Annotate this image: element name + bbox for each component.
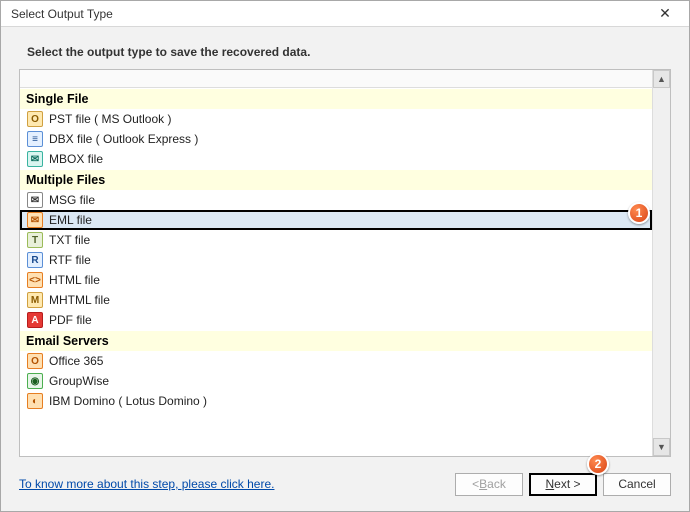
chevron-up-icon: ▲ <box>657 74 666 84</box>
pdf-icon: A <box>27 312 43 328</box>
option-label: PST file ( MS Outlook ) <box>49 112 171 126</box>
scroll-up-button[interactable]: ▲ <box>653 70 670 88</box>
option-label: IBM Domino ( Lotus Domino ) <box>49 394 207 408</box>
option-label: MBOX file <box>49 152 103 166</box>
option-dbx[interactable]: ≡ DBX file ( Outlook Express ) <box>20 129 652 149</box>
mhtml-icon: M <box>27 292 43 308</box>
html-icon: <> <box>27 272 43 288</box>
help-link[interactable]: To know more about this step, please cli… <box>19 477 274 491</box>
rtf-icon: R <box>27 252 43 268</box>
group-email-servers: Email Servers <box>20 330 652 351</box>
ibm-domino-icon: ◐ <box>27 393 43 409</box>
option-groupwise[interactable]: ◉ GroupWise <box>20 371 652 391</box>
titlebar: Select Output Type ✕ <box>1 1 689 27</box>
group-single-file: Single File <box>20 88 652 109</box>
option-msg[interactable]: ✉ MSG file <box>20 190 652 210</box>
option-label: MHTML file <box>49 293 110 307</box>
option-label: HTML file <box>49 273 100 287</box>
list-filter-row[interactable] <box>20 70 652 88</box>
option-txt[interactable]: T TXT file <box>20 230 652 250</box>
mbox-icon: ✉ <box>27 151 43 167</box>
pst-icon: O <box>27 111 43 127</box>
option-office365[interactable]: O Office 365 <box>20 351 652 371</box>
instruction-text: Select the output type to save the recov… <box>1 27 689 69</box>
callout-2: 2 <box>587 453 609 475</box>
output-type-list: Single File O PST file ( MS Outlook ) ≡ … <box>19 69 671 457</box>
option-label: EML file <box>49 213 92 227</box>
option-rtf[interactable]: R RTF file <box>20 250 652 270</box>
dialog-title: Select Output Type <box>11 7 113 21</box>
dialog-window: Select Output Type ✕ Select the output t… <box>0 0 690 512</box>
office365-icon: O <box>27 353 43 369</box>
close-button[interactable]: ✕ <box>647 4 683 24</box>
scroll-track[interactable] <box>653 88 670 438</box>
vertical-scrollbar[interactable]: ▲ ▼ <box>652 70 670 456</box>
list-scroll-area: Single File O PST file ( MS Outlook ) ≡ … <box>20 70 652 456</box>
option-label: DBX file ( Outlook Express ) <box>49 132 198 146</box>
option-mbox[interactable]: ✉ MBOX file <box>20 149 652 169</box>
option-html[interactable]: <> HTML file <box>20 270 652 290</box>
dbx-icon: ≡ <box>27 131 43 147</box>
chevron-down-icon: ▼ <box>657 442 666 452</box>
option-label: RTF file <box>49 253 91 267</box>
msg-icon: ✉ <box>27 192 43 208</box>
option-label: TXT file <box>49 233 90 247</box>
option-label: MSG file <box>49 193 95 207</box>
txt-icon: T <box>27 232 43 248</box>
callout-1: 1 <box>628 202 650 224</box>
option-label: PDF file <box>49 313 92 327</box>
scroll-down-button[interactable]: ▼ <box>653 438 670 456</box>
cancel-button[interactable]: Cancel <box>603 473 671 496</box>
dialog-footer: To know more about this step, please cli… <box>1 457 689 511</box>
option-mhtml[interactable]: M MHTML file <box>20 290 652 310</box>
option-ibm-domino[interactable]: ◐ IBM Domino ( Lotus Domino ) <box>20 391 652 411</box>
groupwise-icon: ◉ <box>27 373 43 389</box>
option-pst[interactable]: O PST file ( MS Outlook ) <box>20 109 652 129</box>
eml-icon: ✉ <box>27 212 43 228</box>
option-eml[interactable]: ✉ EML file <box>20 210 652 230</box>
close-icon: ✕ <box>659 5 671 22</box>
option-label: Office 365 <box>49 354 103 368</box>
option-pdf[interactable]: A PDF file <box>20 310 652 330</box>
back-button[interactable]: < Back <box>455 473 523 496</box>
option-label: GroupWise <box>49 374 109 388</box>
group-multiple-files: Multiple Files <box>20 169 652 190</box>
next-button[interactable]: Next > <box>529 473 597 496</box>
